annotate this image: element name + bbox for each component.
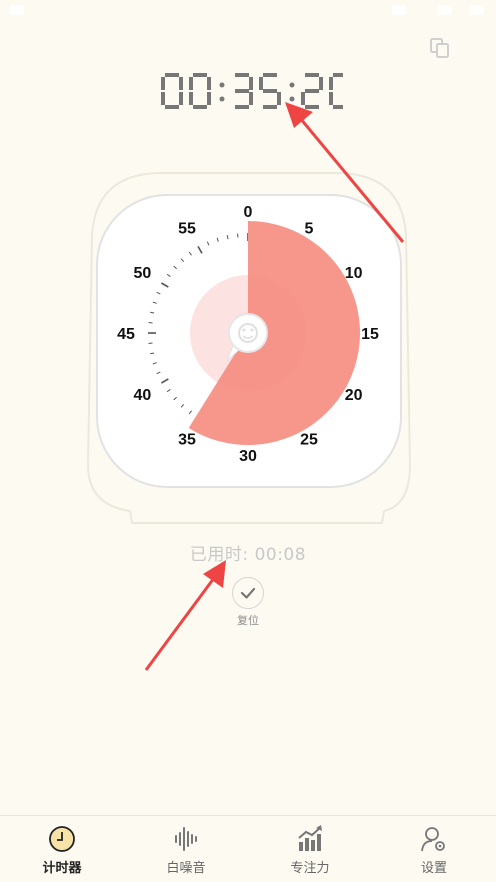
dial-label-5: 5 xyxy=(305,220,314,237)
reset-label: 复位 xyxy=(0,612,496,628)
dial-label-30: 30 xyxy=(239,448,257,465)
notification-icon xyxy=(10,5,24,15)
digit xyxy=(235,73,253,109)
bottom-nav: 计时器 白噪音 专注力 xyxy=(0,815,496,882)
dial-label-10: 10 xyxy=(345,265,363,282)
digital-timer-display xyxy=(0,60,496,122)
dial-label-35: 35 xyxy=(178,432,196,449)
check-icon xyxy=(233,578,263,608)
reset-button[interactable] xyxy=(232,577,264,609)
colon-dot xyxy=(220,83,225,88)
battery-icon xyxy=(438,5,452,15)
dial-label-0: 0 xyxy=(244,204,253,221)
colon-dot xyxy=(220,97,225,102)
colon-dot xyxy=(290,83,295,88)
sound-wave-icon xyxy=(171,824,201,854)
copy-button[interactable] xyxy=(428,36,452,60)
copy-icon xyxy=(428,36,452,60)
status-bar xyxy=(0,0,496,26)
timer-dial[interactable]: 0 5 10 15 20 25 30 35 40 45 50 55 xyxy=(84,165,414,525)
digit xyxy=(301,73,323,109)
chart-trend-icon xyxy=(295,824,325,854)
dial-label-40: 40 xyxy=(133,387,151,404)
dial-label-50: 50 xyxy=(133,265,151,282)
dial-label-55: 55 xyxy=(178,220,196,237)
dial-label-15: 15 xyxy=(361,326,379,343)
nav-label-timer: 计时器 xyxy=(0,857,124,876)
colon-dot xyxy=(290,97,295,102)
nav-item-focus[interactable]: 专注力 xyxy=(248,816,372,882)
nav-item-white-noise[interactable]: 白噪音 xyxy=(124,816,248,882)
digit xyxy=(259,73,281,109)
digit xyxy=(189,73,211,109)
nav-label-settings: 设置 xyxy=(372,857,496,876)
nav-item-settings[interactable]: 设置 xyxy=(372,816,496,882)
elapsed-label: 已用时: xyxy=(190,545,249,565)
nav-label-white-noise: 白噪音 xyxy=(124,857,248,876)
clock-icon xyxy=(47,824,77,854)
digit xyxy=(329,73,343,109)
elapsed-time: 已用时: 00:08 xyxy=(0,540,496,565)
digit xyxy=(161,73,183,109)
dial-label-20: 20 xyxy=(345,387,363,404)
nav-item-timer[interactable]: 计时器 xyxy=(0,816,124,882)
nav-label-focus: 专注力 xyxy=(248,857,372,876)
settings-user-icon xyxy=(419,824,449,854)
wifi-icon xyxy=(392,5,406,15)
signal-icon xyxy=(470,5,484,15)
dial-label-25: 25 xyxy=(300,432,318,449)
dial-label-45: 45 xyxy=(117,326,135,343)
elapsed-value: 00:08 xyxy=(255,545,307,565)
